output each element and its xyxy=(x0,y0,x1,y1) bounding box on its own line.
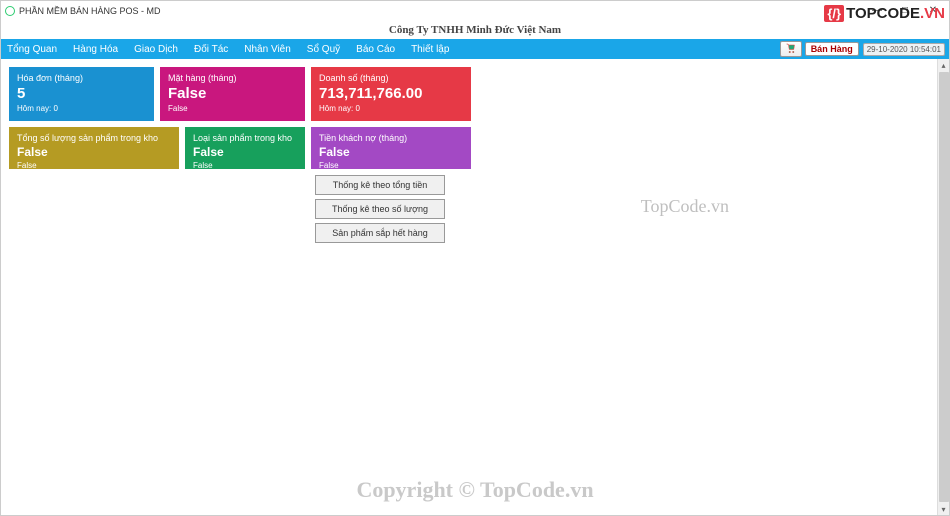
btn-thong-ke-so-luong[interactable]: Thống kê theo số lượng xyxy=(315,199,445,219)
menu-hang-hoa[interactable]: Hàng Hóa xyxy=(73,44,118,55)
scroll-up-icon[interactable]: ▴ xyxy=(938,59,950,71)
tile-sub: False xyxy=(17,161,171,170)
tile-title: Tổng số lượng sản phẩm trong kho xyxy=(17,133,171,143)
tile-value: False xyxy=(319,145,463,159)
tile-doanh-so[interactable]: Doanh số (tháng) 713,711,766.00 Hôm nay:… xyxy=(311,67,471,121)
cart-icon[interactable] xyxy=(780,41,802,57)
scrollbar-thumb[interactable] xyxy=(939,72,949,502)
btn-thong-ke-tien[interactable]: Thống kê theo tổng tiền xyxy=(315,175,445,195)
app-icon xyxy=(5,6,15,16)
menubar-right: Bán Hàng 29-10-2020 10:54:01 xyxy=(780,39,945,59)
menubar: Tổng Quan Hàng Hóa Giao Dịch Đối Tác Nhâ… xyxy=(1,39,949,59)
tile-title: Doanh số (tháng) xyxy=(319,73,463,83)
vertical-scrollbar[interactable]: ▴ ▾ xyxy=(937,59,949,515)
menu-tong-quan[interactable]: Tổng Quan xyxy=(7,44,57,55)
menu-bao-cao[interactable]: Báo Cáo xyxy=(356,44,395,55)
topcode-logo: {/} TOPCODE.VN xyxy=(824,5,945,22)
tile-sub: Hôm nay: 0 xyxy=(17,104,146,113)
titlebar: PHẦN MỀM BÁN HÀNG POS - MD — □ ✕ xyxy=(1,1,949,21)
tile-value: 713,711,766.00 xyxy=(319,85,463,102)
tile-value: False xyxy=(17,145,171,159)
tile-title: Mặt hàng (tháng) xyxy=(168,73,297,83)
tile-sub: Hôm nay: 0 xyxy=(319,104,463,113)
scroll-down-icon[interactable]: ▾ xyxy=(938,503,950,515)
dashboard-content: Hóa đơn (tháng) 5 Hôm nay: 0 Mặt hàng (t… xyxy=(1,59,949,251)
tile-value: 5 xyxy=(17,85,146,102)
tile-hoa-don[interactable]: Hóa đơn (tháng) 5 Hôm nay: 0 xyxy=(9,67,154,121)
tile-value: False xyxy=(168,85,297,102)
watermark-bottom: Copyright © TopCode.vn xyxy=(356,477,593,503)
tile-title: Tiền khách nợ (tháng) xyxy=(319,133,463,143)
window-title: PHẦN MỀM BÁN HÀNG POS - MD xyxy=(19,6,161,16)
btn-san-pham-het-hang[interactable]: Sản phẩm sắp hết hàng xyxy=(315,223,445,243)
tile-tong-so-luong[interactable]: Tổng số lượng sản phẩm trong kho False F… xyxy=(9,127,179,169)
menu-thiet-lap[interactable]: Thiết lập xyxy=(411,44,449,55)
datetime-display: 29-10-2020 10:54:01 xyxy=(863,43,945,56)
tile-sub: False xyxy=(319,161,463,170)
menu-nhan-vien[interactable]: Nhân Viên xyxy=(244,44,291,55)
tile-sub: False xyxy=(168,104,297,113)
header: Công Ty TNHH Minh Đức Việt Nam {/} TOPCO… xyxy=(1,21,949,39)
company-title: Công Ty TNHH Minh Đức Việt Nam xyxy=(389,24,561,36)
menu-so-quy[interactable]: Sổ Quỹ xyxy=(307,44,340,55)
logo-suffix: .VN xyxy=(920,5,945,22)
ban-hang-button[interactable]: Bán Hàng xyxy=(805,42,859,56)
tile-loai-san-pham[interactable]: Loại sản phẩm trong kho False False xyxy=(185,127,305,169)
report-buttons: Thống kê theo tổng tiền Thống kê theo số… xyxy=(315,175,445,243)
logo-bracket-icon: {/} xyxy=(824,5,844,22)
tile-row-2: Tổng số lượng sản phẩm trong kho False F… xyxy=(9,127,941,169)
tile-row-1: Hóa đơn (tháng) 5 Hôm nay: 0 Mặt hàng (t… xyxy=(9,67,941,121)
tile-sub: False xyxy=(193,161,297,170)
tile-title: Loại sản phẩm trong kho xyxy=(193,133,297,143)
menu-giao-dich[interactable]: Giao Dịch xyxy=(134,44,178,55)
tile-value: False xyxy=(193,145,297,159)
menu-doi-tac[interactable]: Đối Tác xyxy=(194,44,228,55)
logo-text: TOPCODE xyxy=(846,5,920,22)
tile-title: Hóa đơn (tháng) xyxy=(17,73,146,83)
tile-tien-khach-no[interactable]: Tiền khách nợ (tháng) False False xyxy=(311,127,471,169)
tile-mat-hang[interactable]: Mặt hàng (tháng) False False xyxy=(160,67,305,121)
